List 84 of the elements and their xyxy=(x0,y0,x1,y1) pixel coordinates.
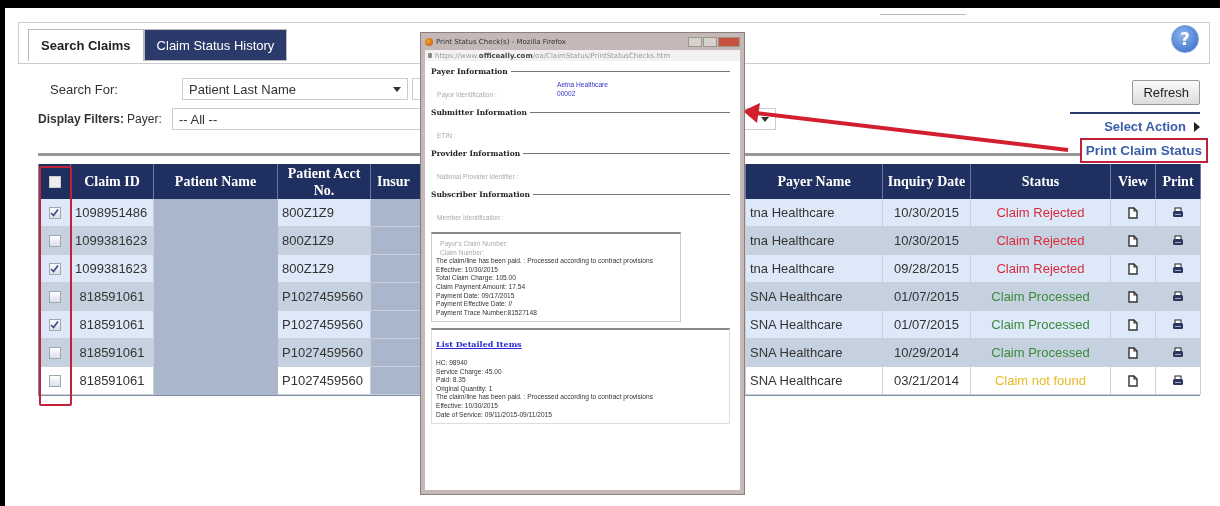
redaction-block xyxy=(371,339,421,366)
table-cell: 800Z1Z9 xyxy=(278,255,371,283)
detail-link[interactable]: List Detailed Items xyxy=(436,340,725,349)
document-icon[interactable] xyxy=(1128,262,1138,275)
refresh-button[interactable]: Refresh xyxy=(1132,80,1200,105)
table-cell: 818591061 xyxy=(71,311,154,339)
table-cell: 818591061 xyxy=(71,367,154,395)
printer-icon[interactable] xyxy=(1172,263,1184,274)
table-cell: 01/07/2015 xyxy=(883,283,971,311)
table-cell: tna Healthcare xyxy=(746,227,883,255)
table-cell: P1027459560 xyxy=(278,283,371,311)
column-header: Print xyxy=(1156,164,1201,199)
printer-icon[interactable] xyxy=(1172,235,1184,246)
table-cell: 10/30/2015 xyxy=(883,199,971,227)
table-cell: 1099381623 xyxy=(71,255,154,283)
filters-label: Display Filters: xyxy=(38,112,125,126)
browser-icon xyxy=(425,37,433,46)
table-cell: 818591061 xyxy=(71,339,154,367)
column-header: Patient Name xyxy=(154,164,278,199)
redaction-block xyxy=(371,227,421,254)
table-cell: 800Z1Z9 xyxy=(278,227,371,255)
printer-icon[interactable] xyxy=(1172,207,1184,218)
status-text: Claim Rejected xyxy=(971,255,1111,283)
document-icon[interactable] xyxy=(1128,206,1138,219)
table-cell: P1027459560 xyxy=(278,339,371,367)
search-type-dropdown[interactable]: Patient Last Name xyxy=(182,78,408,100)
table-cell: SNA Healthcare xyxy=(746,283,883,311)
table-cell: 800Z1Z9 xyxy=(278,199,371,227)
payer-label: Payer: xyxy=(127,112,162,126)
document-icon[interactable] xyxy=(1128,374,1138,387)
status-text: Claim Processed xyxy=(971,311,1111,339)
table-cell: 1098951486 xyxy=(71,199,154,227)
table-cell: SNA Healthcare xyxy=(746,311,883,339)
status-text: Claim Rejected xyxy=(971,227,1111,255)
document-icon[interactable] xyxy=(1128,318,1138,331)
printer-icon[interactable] xyxy=(1172,375,1184,386)
document-icon[interactable] xyxy=(1128,234,1138,247)
printer-icon[interactable] xyxy=(1172,319,1184,330)
print-claim-status-item[interactable]: Print Claim Status xyxy=(1079,138,1208,163)
select-all-checkbox[interactable] xyxy=(48,175,61,188)
column-header: View xyxy=(1111,164,1156,199)
row-checkbox[interactable] xyxy=(48,234,61,247)
table-cell: SNA Healthcare xyxy=(746,339,883,367)
table-cell: 818591061 xyxy=(71,283,154,311)
table-cell: tna Healthcare xyxy=(746,255,883,283)
table-cell: 03/21/2014 xyxy=(883,367,971,395)
table-cell: 01/07/2015 xyxy=(883,311,971,339)
redaction-block xyxy=(371,255,421,282)
tab[interactable]: Search Claims xyxy=(28,29,144,61)
table-cell: tna Healthcare xyxy=(746,199,883,227)
document-icon[interactable] xyxy=(1128,346,1138,359)
redaction-block xyxy=(371,367,421,394)
column-header: Status xyxy=(971,164,1111,199)
redaction-block xyxy=(371,283,421,310)
status-text: Claim Processed xyxy=(971,339,1111,367)
row-checkbox[interactable] xyxy=(48,318,61,331)
expand-arrow-icon[interactable] xyxy=(1194,121,1200,132)
redaction-block xyxy=(371,311,421,338)
table-cell: 09/28/2015 xyxy=(883,255,971,283)
status-text: Claim Processed xyxy=(971,283,1111,311)
column-header: Claim ID xyxy=(71,164,154,199)
table-cell: P1027459560 xyxy=(278,311,371,339)
printer-icon[interactable] xyxy=(1172,291,1184,302)
table-cell: 1099381623 xyxy=(71,227,154,255)
search-label: Search For: xyxy=(49,81,119,97)
row-checkbox[interactable] xyxy=(48,206,61,219)
status-text: Claim Rejected xyxy=(971,199,1111,227)
table-cell: 10/29/2014 xyxy=(883,339,971,367)
table-cell: P1027459560 xyxy=(278,367,371,395)
row-checkbox[interactable] xyxy=(48,262,61,275)
select-action-link[interactable]: Select Action xyxy=(1104,119,1186,134)
column-header: Patient Acct No. xyxy=(278,164,371,199)
row-checkbox[interactable] xyxy=(48,290,61,303)
column-header: Payer Name xyxy=(746,164,883,199)
column-header: Inquiry Date xyxy=(883,164,971,199)
document-icon[interactable] xyxy=(1128,290,1138,303)
table-cell: 10/30/2015 xyxy=(883,227,971,255)
row-checkbox[interactable] xyxy=(48,374,61,387)
tab[interactable]: Claim Status History xyxy=(143,29,288,61)
table-cell: SNA Healthcare xyxy=(746,367,883,395)
redaction-block xyxy=(371,199,421,226)
printer-icon[interactable] xyxy=(1172,347,1184,358)
status-text: Claim not found xyxy=(971,367,1111,395)
row-checkbox[interactable] xyxy=(48,346,61,359)
